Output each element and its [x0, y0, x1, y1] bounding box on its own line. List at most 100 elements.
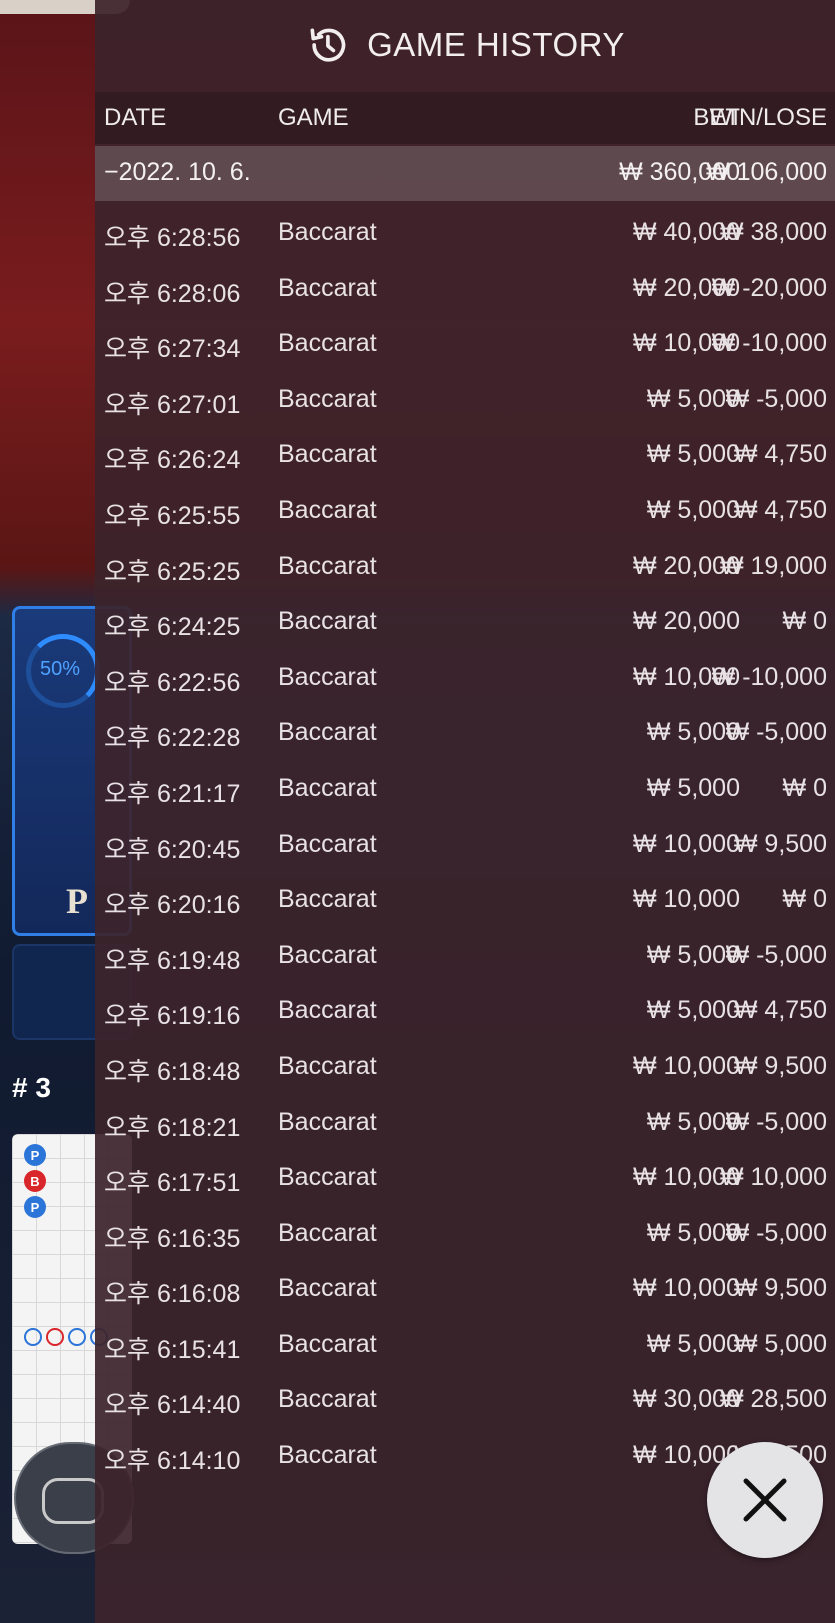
row-time: 오후 6:14:40	[104, 1391, 241, 1420]
row-win-lose: ₩ 0	[782, 607, 827, 636]
row-game: Baccarat	[278, 718, 377, 747]
row-game: Baccarat	[278, 1163, 377, 1192]
row-game: Baccarat	[278, 940, 377, 969]
row-game: Baccarat	[278, 1051, 377, 1080]
row-game: Baccarat	[278, 551, 377, 580]
row-bet: ₩ 10,000	[632, 885, 740, 914]
row-game: Baccarat	[278, 885, 377, 914]
history-row: 오후 6:14:40 Baccarat ₩ 30,000 ₩ 28,500	[95, 1373, 835, 1429]
summary-date: −2022. 10. 6.	[104, 158, 251, 186]
row-win-lose: ₩ 9,500	[733, 1051, 827, 1080]
bet-timer-label: 50%	[40, 658, 81, 680]
big-road-ring-banker	[46, 1328, 64, 1346]
history-row: 오후 6:20:45 Baccarat ₩ 10,000 ₩ 9,500	[95, 818, 835, 874]
row-game: Baccarat	[278, 384, 377, 413]
row-game: Baccarat	[278, 1107, 377, 1136]
row-win-lose: ₩ -5,000	[725, 1218, 827, 1247]
row-win-lose: ₩ 9,500	[733, 1274, 827, 1303]
row-game: Baccarat	[278, 1385, 377, 1414]
row-game: Baccarat	[278, 662, 377, 691]
row-win-lose: ₩ 4,750	[733, 495, 827, 524]
column-win-lose: WIN/LOSE	[709, 104, 827, 131]
row-win-lose: ₩ 38,000	[719, 218, 827, 246]
column-game: GAME	[278, 104, 349, 131]
row-game: Baccarat	[278, 829, 377, 858]
row-time: 오후 6:26:24	[104, 446, 241, 475]
row-bet: ₩ 5,000	[646, 773, 740, 802]
close-icon	[743, 1478, 787, 1522]
row-time: 오후 6:21:17	[104, 779, 241, 808]
row-win-lose: ₩ -5,000	[725, 718, 827, 747]
row-time: 오후 6:20:16	[104, 891, 241, 920]
big-road-ring-player	[24, 1328, 42, 1346]
row-game: Baccarat	[278, 329, 377, 358]
table-number: # 3	[12, 1072, 51, 1103]
row-win-lose: ₩ -5,000	[725, 1107, 827, 1136]
panel-title: GAME HISTORY	[367, 26, 625, 63]
row-time: 오후 6:25:25	[104, 557, 241, 586]
row-time: 오후 6:18:21	[104, 1113, 241, 1142]
row-win-lose: ₩ 10,000	[719, 1163, 827, 1192]
row-time: 오후 6:19:48	[104, 946, 241, 975]
row-win-lose: ₩ -10,000	[711, 662, 827, 691]
date-group-summary[interactable]: −2022. 10. 6. ₩ 360,000 ₩ 106,000	[95, 146, 835, 201]
row-bet: ₩ 10,000	[632, 829, 740, 858]
row-win-lose: ₩ 0	[782, 885, 827, 914]
row-bet: ₩ 5,000	[646, 495, 740, 524]
game-history-panel: GAME HISTORY DATE GAME BET WIN/LOSE −202…	[95, 0, 835, 1623]
row-bet: ₩ 10,000	[632, 1051, 740, 1080]
history-row: 오후 6:25:55 Baccarat ₩ 5,000 ₩ 4,750	[95, 484, 835, 540]
row-time: 오후 6:22:28	[104, 724, 241, 753]
row-time: 오후 6:18:48	[104, 1057, 241, 1086]
history-row: 오후 6:17:51 Baccarat ₩ 10,000 ₩ 10,000	[95, 1151, 835, 1207]
row-bet: ₩ 20,000	[632, 607, 740, 636]
row-game: Baccarat	[278, 1218, 377, 1247]
row-time: 오후 6:27:34	[104, 335, 241, 364]
history-row: 오후 6:18:48 Baccarat ₩ 10,000 ₩ 9,500	[95, 1040, 835, 1096]
column-date: DATE	[104, 104, 167, 131]
history-icon	[310, 28, 346, 62]
row-game: Baccarat	[278, 607, 377, 636]
history-row: 오후 6:28:56 Baccarat ₩ 40,000 ₩ 38,000	[95, 206, 835, 262]
row-game: Baccarat	[278, 440, 377, 469]
row-time: 오후 6:17:51	[104, 1169, 241, 1198]
row-win-lose: ₩ 4,750	[733, 996, 827, 1025]
history-row: 오후 6:27:34 Baccarat ₩ 10,000 ₩ -10,000	[95, 317, 835, 373]
row-time: 오후 6:27:01	[104, 390, 241, 419]
panel-header: GAME HISTORY	[95, 0, 835, 90]
history-row: 오후 6:27:01 Baccarat ₩ 5,000 ₩ -5,000	[95, 373, 835, 429]
history-row: 오후 6:15:41 Baccarat ₩ 5,000 ₩ 5,000	[95, 1318, 835, 1374]
history-row: 오후 6:22:56 Baccarat ₩ 10,000 ₩ -10,000	[95, 651, 835, 707]
row-time: 오후 6:24:25	[104, 613, 241, 642]
row-time: 오후 6:28:06	[104, 279, 241, 308]
close-button[interactable]	[707, 1442, 823, 1558]
history-row: 오후 6:19:48 Baccarat ₩ 5,000 ₩ -5,000	[95, 929, 835, 985]
row-win-lose: ₩ 0	[782, 773, 827, 802]
row-win-lose: ₩ 19,000	[719, 551, 827, 580]
history-row: 오후 6:19:16 Baccarat ₩ 5,000 ₩ 4,750	[95, 984, 835, 1040]
history-list: 오후 6:28:56 Baccarat ₩ 40,000 ₩ 38,000 오후 6:2…	[95, 206, 835, 1485]
row-bet: ₩ 5,000	[646, 1329, 740, 1358]
bead-player: P	[24, 1144, 46, 1166]
table-header: DATE GAME BET WIN/LOSE	[95, 92, 835, 144]
history-row: 오후 6:24:25 Baccarat ₩ 20,000 ₩ 0	[95, 595, 835, 651]
row-win-lose: ₩ 4,750	[733, 440, 827, 469]
row-win-lose: ₩ -5,000	[725, 940, 827, 969]
bead-banker: B	[24, 1170, 46, 1192]
row-win-lose: ₩ 9,500	[733, 829, 827, 858]
history-row: 오후 6:28:06 Baccarat ₩ 20,000 ₩ -20,000	[95, 262, 835, 318]
history-row: 오후 6:25:25 Baccarat ₩ 20,000 ₩ 19,000	[95, 540, 835, 596]
row-bet: ₩ 10,000	[632, 1274, 740, 1303]
row-win-lose: ₩ -5,000	[725, 384, 827, 413]
row-time: 오후 6:28:56	[104, 224, 241, 252]
row-win-lose: ₩ 5,000	[733, 1329, 827, 1358]
row-bet: ₩ 5,000	[646, 440, 740, 469]
row-win-lose: ₩ 28,500	[719, 1385, 827, 1414]
history-row: 오후 6:20:16 Baccarat ₩ 10,000 ₩ 0	[95, 873, 835, 929]
history-row: 오후 6:21:17 Baccarat ₩ 5,000 ₩ 0	[95, 762, 835, 818]
row-time: 오후 6:16:08	[104, 1280, 241, 1309]
row-bet: ₩ 5,000	[646, 996, 740, 1025]
history-row: 오후 6:26:24 Baccarat ₩ 5,000 ₩ 4,750	[95, 428, 835, 484]
big-road-ring-player	[68, 1328, 86, 1346]
row-time: 오후 6:16:35	[104, 1224, 241, 1253]
